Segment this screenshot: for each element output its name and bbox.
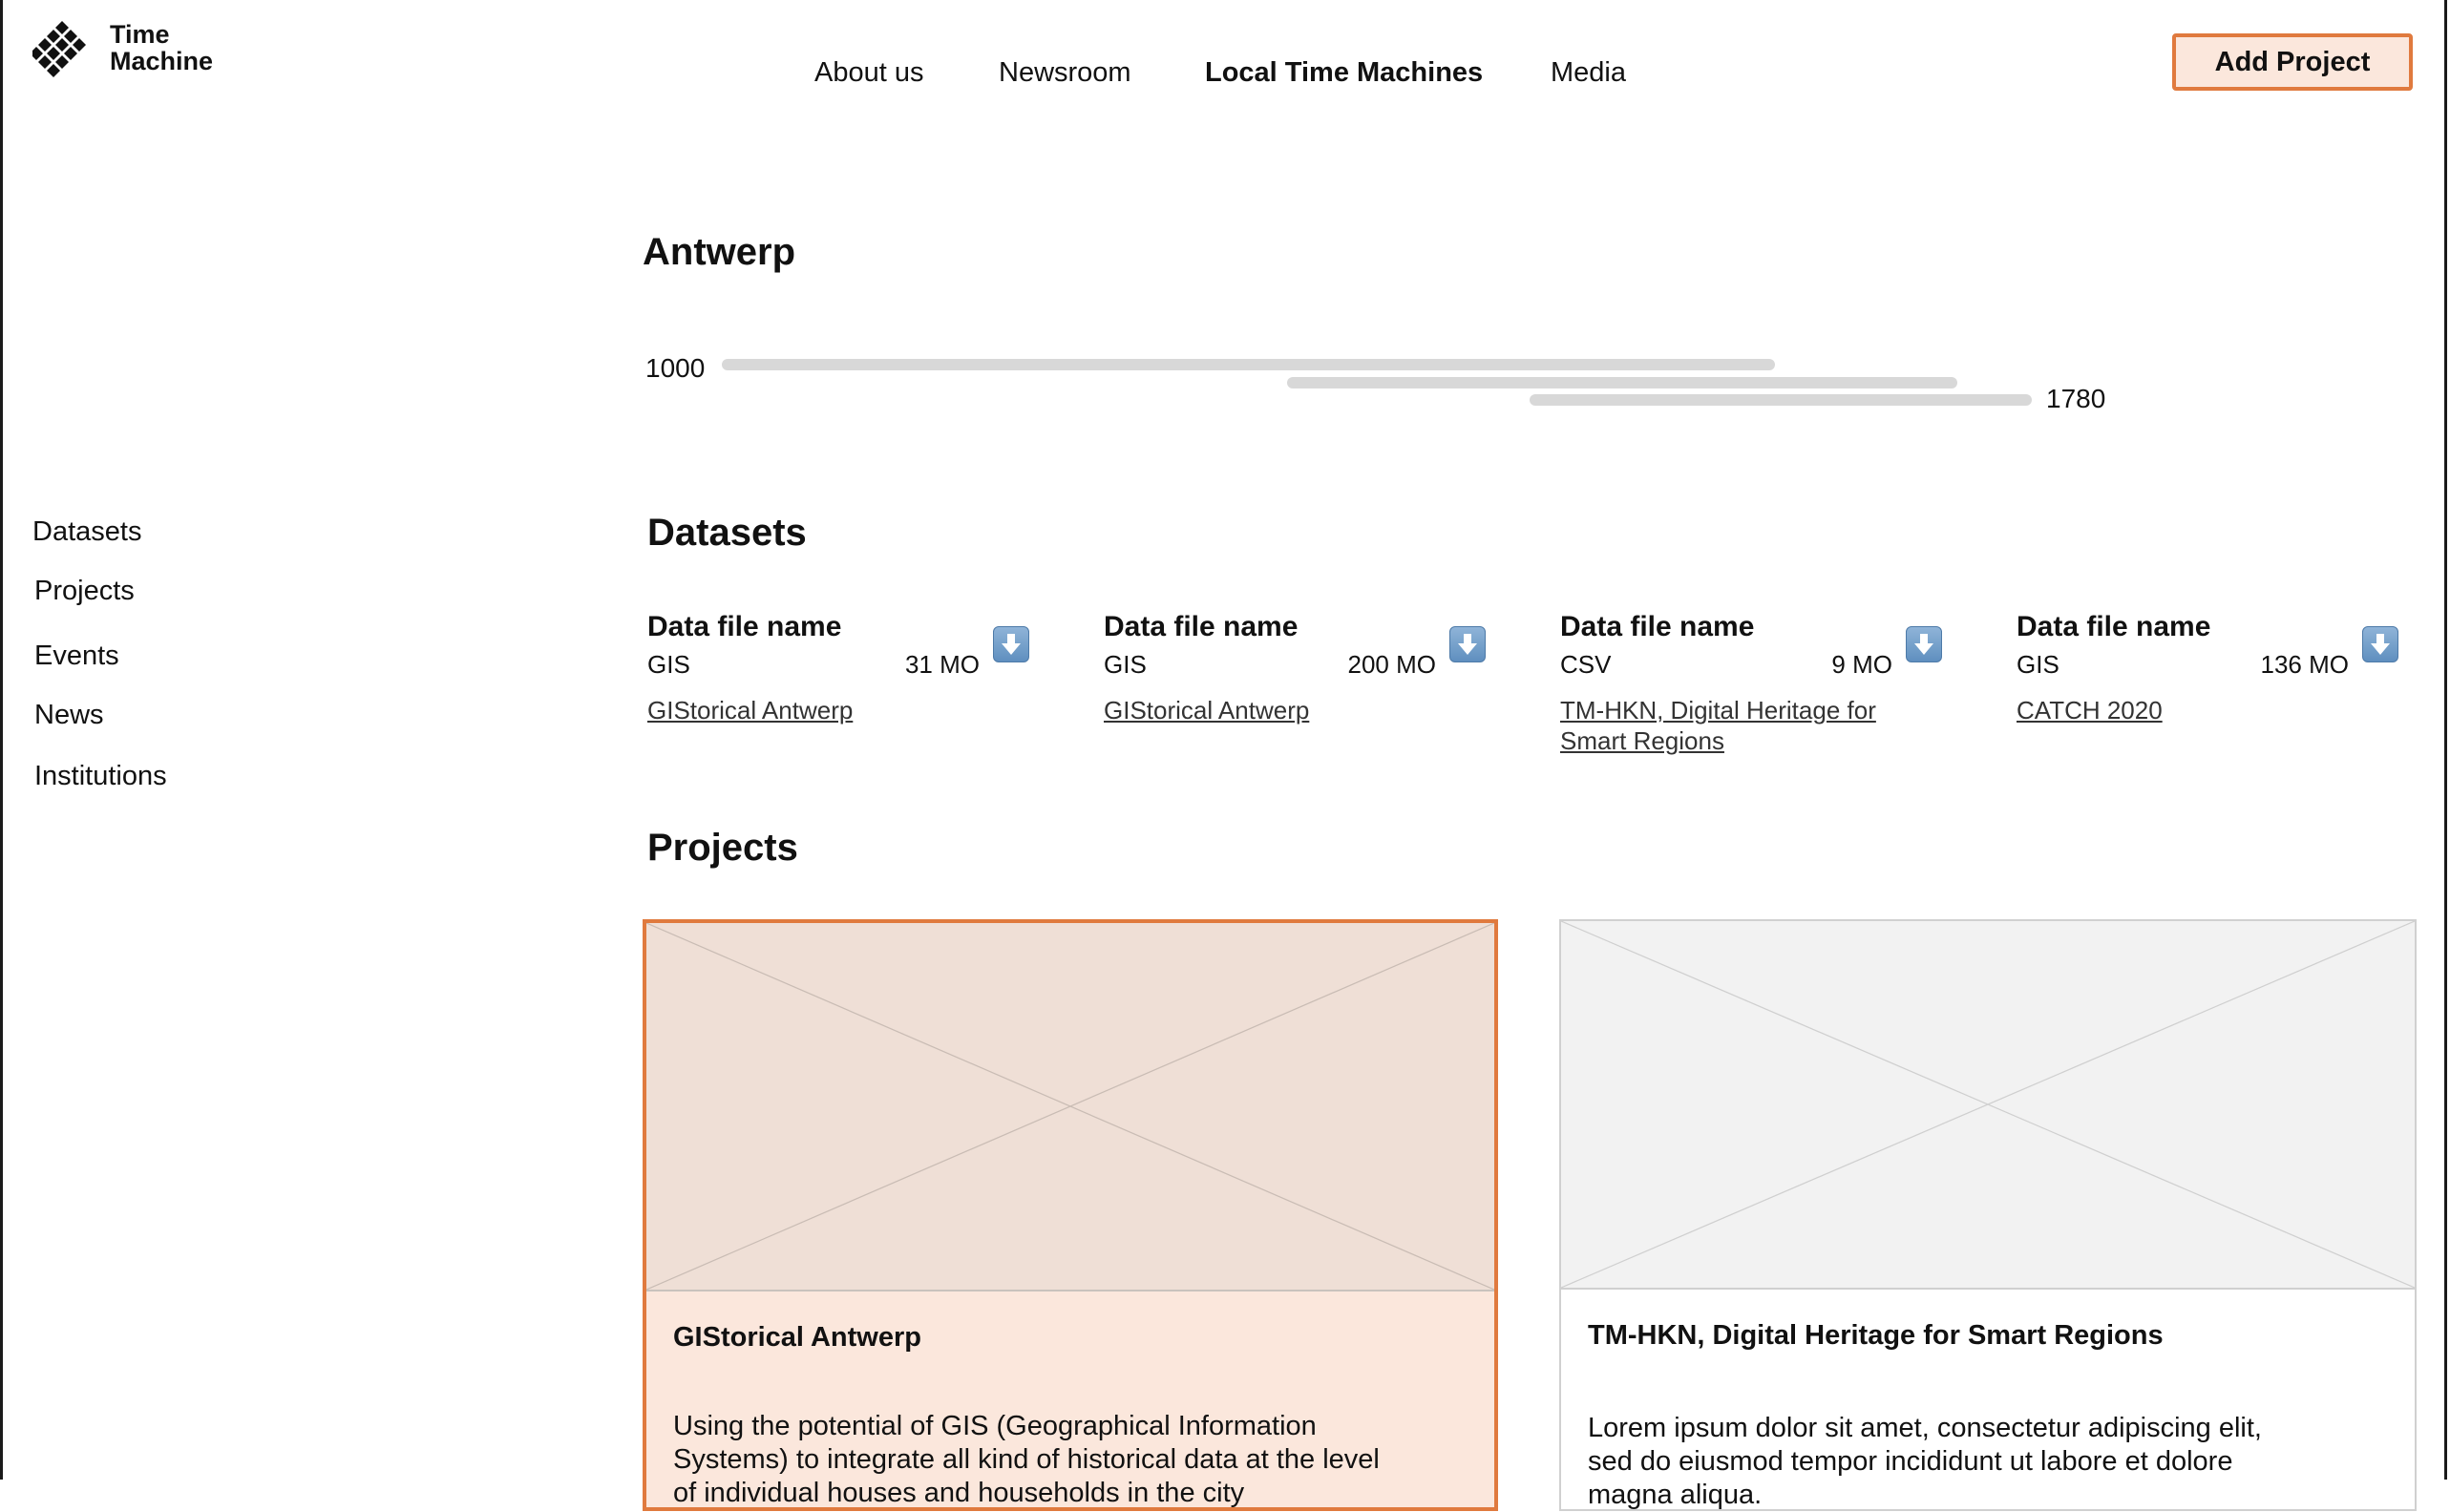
datasets-heading: Datasets [647,512,807,554]
project-image-placeholder [1561,921,2415,1290]
sidebar-item-projects[interactable]: Projects [34,576,135,607]
logo-text: Time Machine [110,21,213,74]
project-card[interactable]: GIStorical Antwerp Using the potential o… [643,919,1498,1511]
dataset-name: Data file name [1104,611,1299,642]
projects-heading: Projects [647,827,798,869]
dataset-type: GIS [647,650,690,679]
logo-diamond-icon [32,21,86,77]
page-border-left [0,0,3,1480]
project-image-placeholder [646,923,1494,1292]
timeline-bar[interactable] [722,359,1775,370]
project-description: Lorem ipsum dolor sit amet, consectetur … [1588,1413,2262,1510]
dataset-project-link[interactable]: GIStorical Antwerp [1104,695,1467,725]
nav-about-us[interactable]: About us [814,57,923,89]
logo-line-2: Machine [110,47,214,75]
download-arrow-icon [2371,634,2390,655]
dataset-type: GIS [1104,650,1147,679]
nav-newsroom[interactable]: Newsroom [999,57,1131,89]
dataset-project-link[interactable]: GIStorical Antwerp [647,695,1010,725]
nav-local-time-machines[interactable]: Local Time Machines [1205,57,1483,89]
dataset-size: 9 MO [1831,650,1892,679]
download-button[interactable] [2362,626,2398,662]
dataset-name: Data file name [647,611,842,642]
nav-media[interactable]: Media [1551,57,1626,89]
download-button[interactable] [1906,626,1942,662]
download-arrow-icon [1914,634,1933,655]
dataset-project-link[interactable]: CATCH 2020 [2017,695,2379,725]
download-arrow-icon [1458,634,1477,655]
sidebar-item-news[interactable]: News [34,700,104,731]
timeline-end-label: 1780 [2046,384,2106,413]
dataset-name: Data file name [2017,611,2211,642]
dataset-size: 200 MO [1347,650,1437,679]
logo-line-1: Time [110,20,170,49]
image-placeholder-icon [1561,921,2415,1288]
dataset-project-link[interactable]: TM-HKN, Digital Heritage for Smart Regio… [1560,695,1923,756]
page-border-right [2444,0,2447,1480]
project-card[interactable]: TM-HKN, Digital Heritage for Smart Regio… [1559,919,2417,1511]
project-title: GIStorical Antwerp [673,1322,921,1353]
sidebar-item-institutions[interactable]: Institutions [34,761,167,792]
project-description: Using the potential of GIS (Geographical… [673,1411,1380,1508]
city-title: Antwerp [643,231,795,273]
time-machine-logo[interactable]: Time Machine [32,19,223,86]
dataset-size: 31 MO [904,650,980,679]
dataset-name: Data file name [1560,611,1755,642]
dataset-type: CSV [1560,650,1612,679]
download-arrow-icon [1002,634,1021,655]
timeline-bar[interactable] [1530,394,2032,406]
download-button[interactable] [1449,626,1486,662]
dataset-type: GIS [2017,650,2059,679]
image-placeholder-icon [646,923,1494,1290]
dataset-size: 136 MO [2260,650,2350,679]
download-button[interactable] [993,626,1029,662]
timeline-start-label: 1000 [645,353,706,383]
sidebar-item-datasets[interactable]: Datasets [32,516,141,548]
project-title: TM-HKN, Digital Heritage for Smart Regio… [1588,1320,2164,1351]
add-project-button[interactable]: Add Project [2172,33,2413,91]
timeline-bar[interactable] [1287,377,1957,388]
sidebar-item-events[interactable]: Events [34,640,119,672]
